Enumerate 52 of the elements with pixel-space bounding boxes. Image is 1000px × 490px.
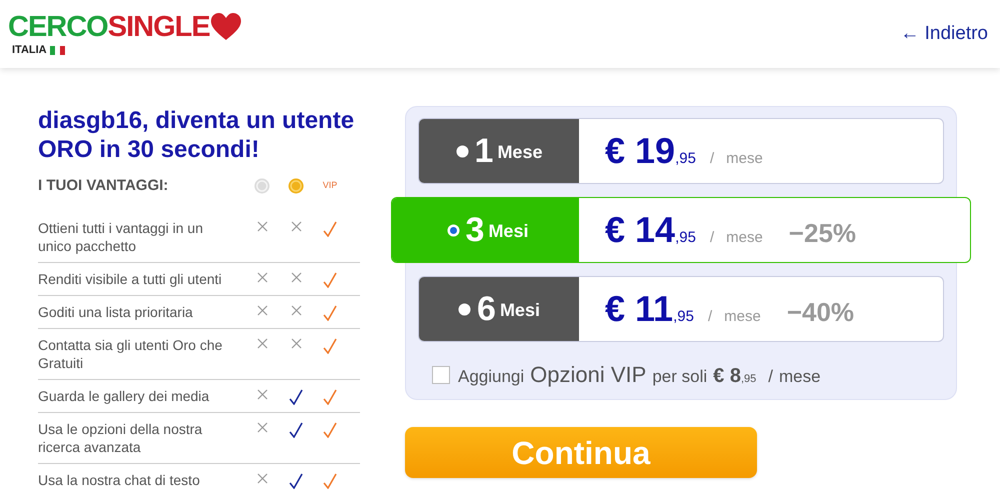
plan-unit: Mese <box>497 141 542 164</box>
discount-label: −25% <box>788 217 856 250</box>
price-period: mese <box>724 307 761 327</box>
logo-text: SINGLE <box>108 12 210 42</box>
vip-offer-text: Aggiungi <box>458 366 524 388</box>
plan-months: 3 <box>466 213 484 247</box>
radio-icon <box>446 224 460 236</box>
logo-text: CERCO <box>8 12 108 42</box>
vip-offer-text: € 8 <box>713 364 741 389</box>
benefits-heading: I TUOI VANTAGGI: <box>38 176 170 196</box>
benefit-text: Ottieni tutti i vantaggi in un unico pacchetto <box>38 219 204 255</box>
logo-subtitle: ITALIA <box>12 42 47 58</box>
price-slash: / <box>710 149 714 169</box>
price-slash: / <box>708 307 712 327</box>
plan-option[interactable]: 6 Mesi € 11,95 / mese −40% <box>418 276 944 342</box>
benefit-text: Guarda le gallery dei media <box>38 387 210 405</box>
heart-icon <box>210 12 242 41</box>
plan-months: 6 <box>477 292 496 326</box>
plan-months: 1 <box>474 134 494 168</box>
coin-icon <box>288 178 304 194</box>
vip-checkbox[interactable] <box>432 366 450 384</box>
plan-option[interactable]: 1 Mese € 19,95 / mese <box>418 118 944 184</box>
benefit-text: Contatta sia gli utenti Oro che Gratuiti <box>38 336 224 372</box>
vip-offer-text: per soli <box>652 366 708 388</box>
plan-price: € 11 <box>605 291 674 327</box>
benefit-text: Renditi visibile a tutti gli utenti <box>38 270 223 288</box>
benefit-text: Usa la nostra chat di testo <box>38 471 201 489</box>
vip-offer-text: Opzioni VIP <box>530 361 646 389</box>
benefit-text: Usa le opzioni della nostra ricerca avanzata <box>38 420 204 456</box>
price-cents: ,95 <box>673 307 694 327</box>
vip-offer-text: ,95 <box>740 372 756 387</box>
price-period: mese <box>726 228 763 248</box>
benefit-text: Goditi una lista prioritaria <box>38 303 194 321</box>
vip-offer-text: / <box>768 366 773 388</box>
vip-label: VIP <box>322 179 338 192</box>
price-cents: ,95 <box>675 228 696 248</box>
price-period: mese <box>726 149 763 169</box>
coin-icon <box>254 178 270 194</box>
radio-icon <box>456 144 469 158</box>
radio-icon <box>458 302 472 316</box>
flag-icon <box>50 46 65 54</box>
plan-price: € 14 <box>605 212 676 248</box>
plan-unit: Mesi <box>488 220 528 243</box>
plan-price: € 19 <box>605 133 676 169</box>
discount-label: −40% <box>786 296 854 329</box>
plan-unit: Mesi <box>500 299 540 322</box>
page-title: diasgb16, diventa un utente ORO in 30 secondi! <box>38 106 356 164</box>
price-cents: ,95 <box>675 149 696 169</box>
plan-option[interactable]: 3 Mesi € 14,95 / mese −25% <box>391 197 971 263</box>
price-slash: / <box>710 228 714 248</box>
back-link[interactable]: ← Indietro <box>900 20 992 48</box>
vip-offer-text: mese <box>779 366 821 388</box>
